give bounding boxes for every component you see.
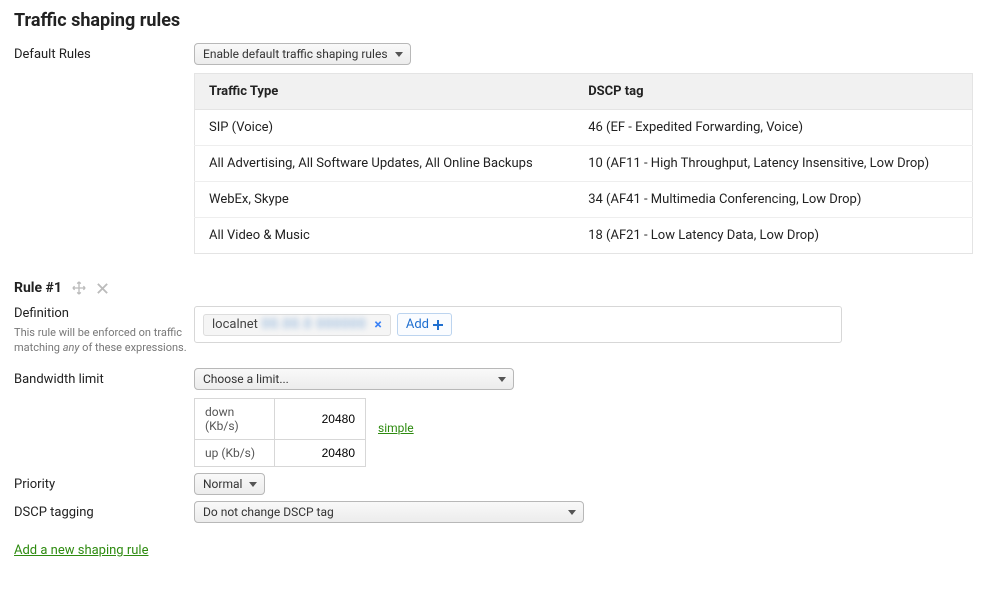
traffic-cell: WebEx, Skype: [195, 182, 575, 218]
dscp-cell: 46 (EF - Expedited Forwarding, Voice): [574, 110, 972, 146]
table-row: All Video & Music 18 (AF21 - Low Latency…: [195, 218, 973, 254]
dscp-cell: 18 (AF21 - Low Latency Data, Low Drop): [574, 218, 972, 254]
bandwidth-limit-label: Bandwidth limit: [14, 368, 194, 387]
dscp-tagging-select[interactable]: Do not change DSCP tag: [194, 501, 584, 523]
add-shaping-rule-link[interactable]: Add a new shaping rule: [14, 543, 148, 558]
page-title: Traffic shaping rules: [14, 10, 973, 31]
table-row: WebEx, Skype 34 (AF41 - Multimedia Confe…: [195, 182, 973, 218]
bw-down-input[interactable]: [275, 406, 365, 432]
col-dscp-tag: DSCP tag: [574, 74, 972, 110]
definition-label: Definition: [14, 306, 194, 321]
col-traffic-type: Traffic Type: [195, 74, 575, 110]
dscp-cell: 10 (AF11 - High Throughput, Latency Inse…: [574, 146, 972, 182]
definition-tag: localnet 00.00.0 000000 ×: [203, 314, 391, 336]
traffic-cell: All Advertising, All Software Updates, A…: [195, 146, 575, 182]
tag-redacted: 00.00.0 000000: [262, 317, 366, 332]
move-icon[interactable]: [72, 281, 86, 295]
rule-1-title: Rule #1: [14, 280, 62, 296]
priority-label: Priority: [14, 473, 194, 492]
add-definition-button[interactable]: Add: [397, 313, 452, 336]
default-rules-table: Traffic Type DSCP tag SIP (Voice) 46 (EF…: [194, 73, 973, 254]
traffic-cell: SIP (Voice): [195, 110, 575, 146]
bandwidth-limit-select[interactable]: Choose a limit...: [194, 368, 514, 390]
default-rules-label: Default Rules: [14, 43, 194, 62]
default-rules-select[interactable]: Enable default traffic shaping rules: [194, 43, 411, 65]
definition-help: This rule will be enforced on traffic ma…: [14, 325, 194, 356]
table-row: SIP (Voice) 46 (EF - Expedited Forwardin…: [195, 110, 973, 146]
definition-box[interactable]: localnet 00.00.0 000000 × Add: [194, 306, 842, 343]
bw-up-input[interactable]: [275, 440, 365, 466]
traffic-cell: All Video & Music: [195, 218, 575, 254]
tag-text: localnet: [212, 317, 258, 332]
dscp-cell: 34 (AF41 - Multimedia Conferencing, Low …: [574, 182, 972, 218]
remove-tag-icon[interactable]: ×: [370, 317, 385, 333]
plus-icon: [433, 320, 443, 330]
bandwidth-table: down (Kb/s) up (Kb/s): [194, 398, 366, 467]
bw-up-label: up (Kb/s): [195, 439, 275, 466]
dscp-tagging-label: DSCP tagging: [14, 501, 194, 520]
close-icon[interactable]: [96, 282, 109, 295]
priority-select[interactable]: Normal: [194, 473, 265, 495]
bandwidth-simple-toggle[interactable]: simple: [378, 421, 414, 435]
bw-down-label: down (Kb/s): [195, 398, 275, 439]
table-row: All Advertising, All Software Updates, A…: [195, 146, 973, 182]
